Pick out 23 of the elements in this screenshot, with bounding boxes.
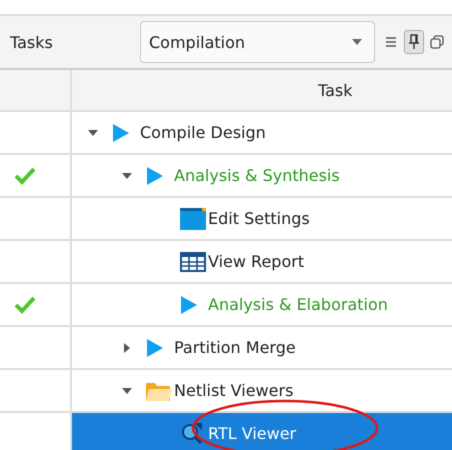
play-icon [146, 166, 164, 186]
tree-row[interactable]: Analysis & Elaboration [72, 284, 452, 325]
tree-row[interactable]: Analysis & Synthesis [72, 155, 452, 196]
tree-row[interactable]: Partition Merge [72, 327, 452, 368]
window-icon [180, 208, 206, 230]
expand-arrow-icon[interactable] [122, 342, 132, 352]
play-icon [180, 294, 198, 314]
caret-icon [352, 39, 362, 45]
folder-icon [146, 380, 172, 400]
panel-title: Tasks [9, 32, 54, 52]
tree-row[interactable]: Compile Design [72, 112, 452, 153]
play-icon [112, 122, 130, 142]
collapse-arrow-icon[interactable] [122, 386, 132, 396]
play-icon [146, 338, 164, 358]
selected-row[interactable]: RTL Viewer [72, 413, 452, 450]
pin-icon[interactable] [404, 30, 424, 54]
flow-dropdown[interactable]: Compilation [140, 21, 375, 63]
tree-row[interactable]: Edit Settings [72, 198, 452, 239]
collapse-arrow-icon[interactable] [122, 170, 132, 180]
tree-row[interactable]: View Report [72, 241, 452, 282]
tree-row[interactable]: Netlist Viewers [72, 370, 452, 411]
collapse-arrow-icon[interactable] [88, 128, 98, 138]
table-icon [180, 252, 206, 272]
